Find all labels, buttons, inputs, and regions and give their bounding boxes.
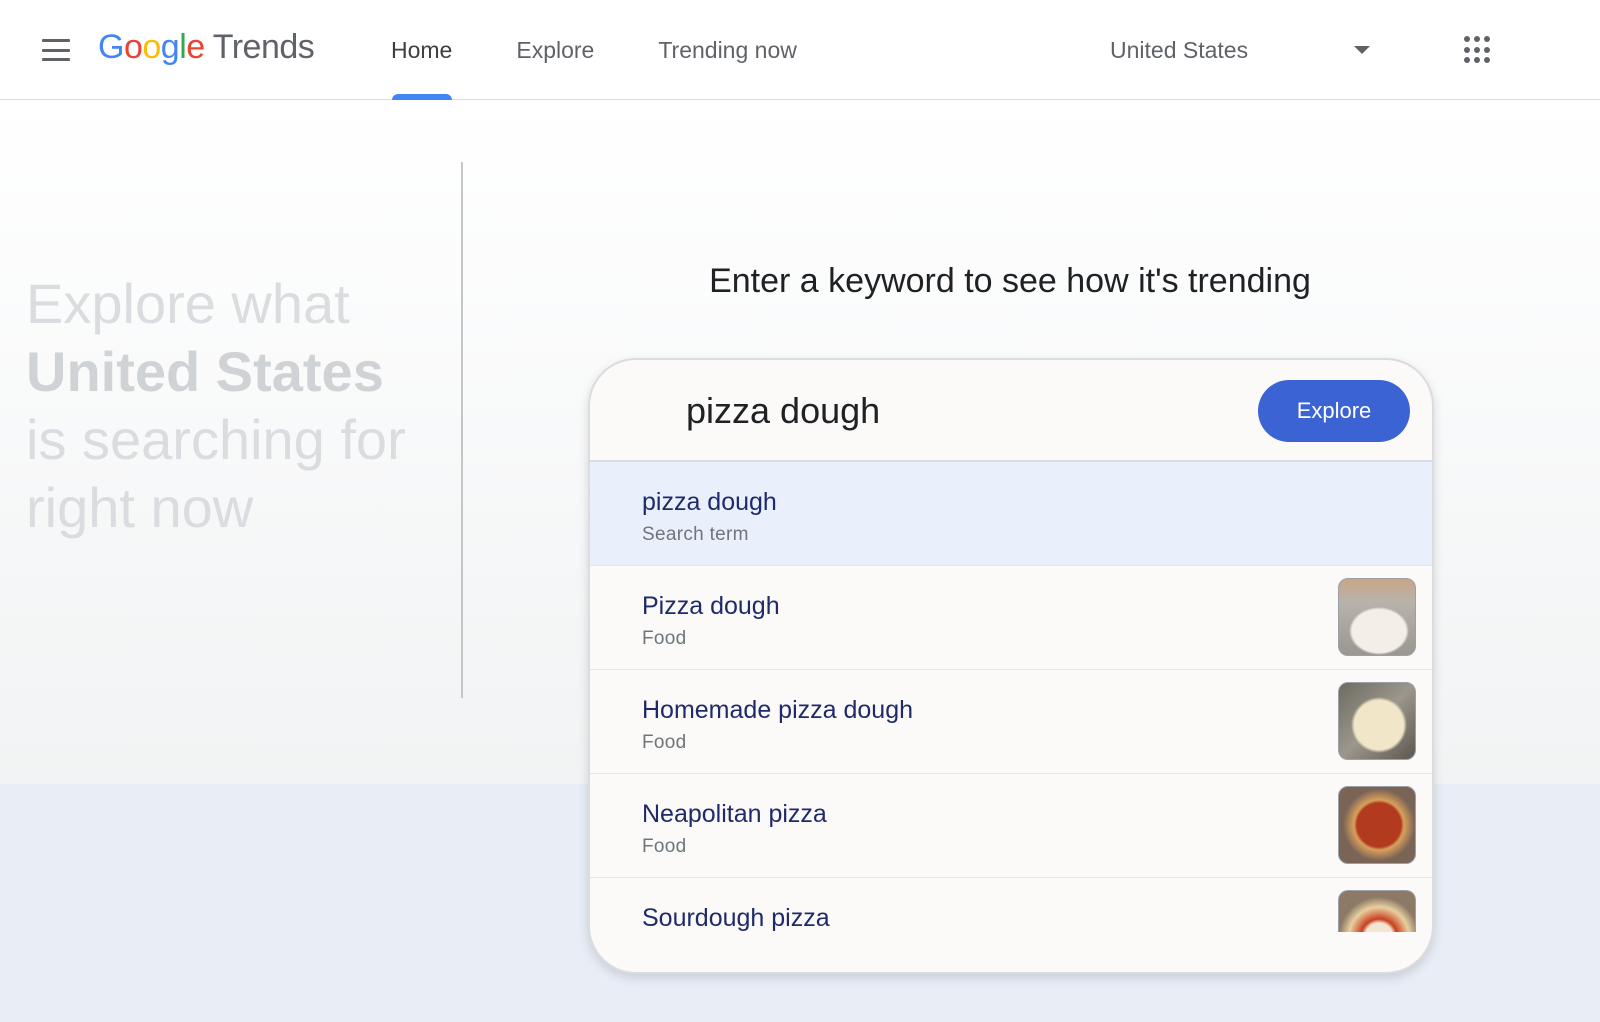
tagline-post: is searching for right now [26,408,406,539]
search-card: Explore pizza dough Search term Pizza do… [588,358,1434,974]
suggestion-title: Neapolitan pizza [642,800,827,828]
suggestion-item[interactable]: Sourdough pizza [590,878,1432,972]
caret-down-icon [1354,46,1370,54]
search-row: Explore [590,360,1432,462]
pizza-dough-thumbnail [1338,578,1416,656]
hamburger-menu-icon[interactable] [36,34,76,66]
tagline-pre: Explore what [26,272,350,335]
suggestion-list: pizza dough Search term Pizza dough Food… [590,462,1432,972]
suggestion-item[interactable]: Pizza dough Food [590,566,1432,670]
google-trends-logo[interactable]: Google Trends [98,28,315,72]
main-nav: Home Explore Trending now [370,0,839,100]
suggestion-title: Homemade pizza dough [642,696,913,724]
suggestion-item[interactable]: pizza dough Search term [590,462,1432,566]
suggestion-type: Food [642,836,687,857]
neapolitan-pizza-thumbnail [1338,786,1416,864]
tab-home[interactable]: Home [370,0,474,100]
top-bar: Google Trends Home Explore Trending now U… [0,0,1600,100]
suggestion-type: Food [642,628,687,649]
suggestion-item[interactable]: Neapolitan pizza Food [590,774,1432,878]
country-label: United States [1110,36,1249,63]
suggestion-title: pizza dough [642,488,777,516]
suggestion-title: Pizza dough [642,592,780,620]
suggestion-title: Sourdough pizza [642,904,830,932]
hero-tagline: Explore what United States is searching … [26,270,446,542]
apps-grid-icon[interactable] [1464,36,1492,64]
tagline-country: United States [26,340,384,403]
suggestion-type: Food [642,732,687,753]
explore-button[interactable]: Explore [1258,380,1410,442]
tab-explore[interactable]: Explore [494,0,616,100]
homemade-dough-thumbnail [1338,682,1416,760]
country-selector[interactable]: United States [1110,26,1380,74]
suggestion-item[interactable]: Homemade pizza dough Food [590,670,1432,774]
sourdough-pizza-thumbnail [1338,890,1416,932]
vertical-divider [461,162,463,698]
suggestion-type: Search term [642,524,749,545]
tab-trending-now[interactable]: Trending now [636,0,819,100]
search-prompt: Enter a keyword to see how it's trending [709,262,1311,300]
search-input[interactable] [686,382,1226,440]
